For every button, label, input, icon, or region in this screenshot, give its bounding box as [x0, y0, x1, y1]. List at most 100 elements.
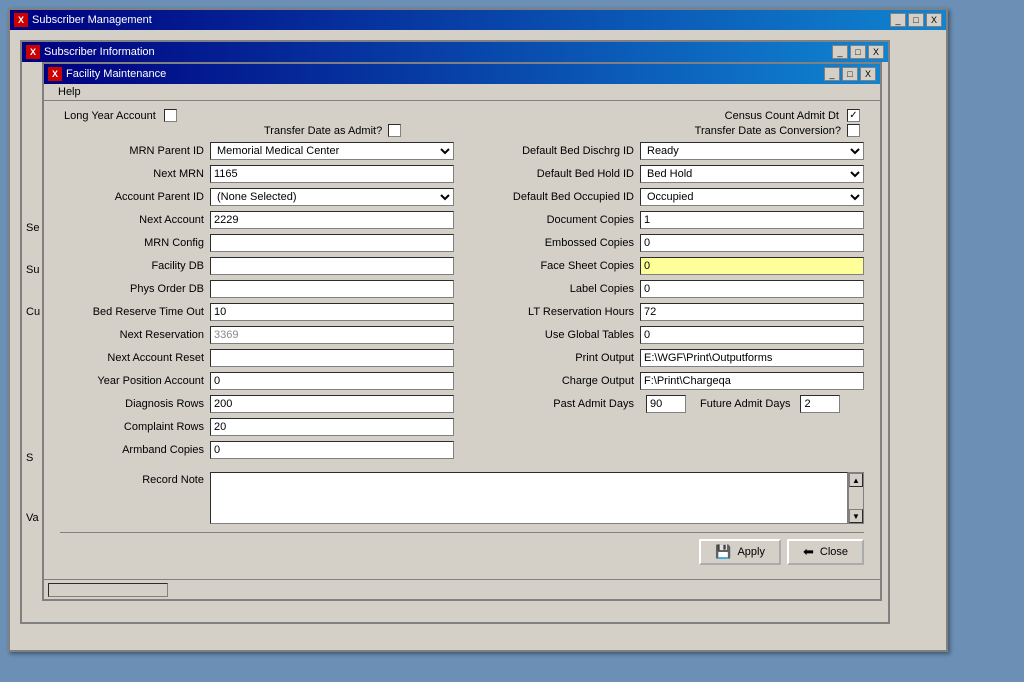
facility-close[interactable]: X [860, 67, 876, 81]
long-year-account-checkbox[interactable] [164, 109, 177, 122]
scroll-up-btn[interactable]: ▲ [849, 473, 863, 487]
charge-output-row: Charge Output [470, 371, 864, 391]
default-bed-hold-id-select[interactable]: Bed Hold [640, 165, 864, 183]
label-copies-input[interactable] [640, 280, 864, 298]
future-admit-days-input[interactable] [800, 395, 840, 413]
menu-help[interactable]: Help [52, 84, 87, 100]
default-bed-hold-id-label: Default Bed Hold ID [470, 168, 640, 180]
charge-output-input[interactable] [640, 372, 864, 390]
transfer-date-admit-label: Transfer Date as Admit? [264, 125, 382, 137]
facility-maximize[interactable]: □ [842, 67, 858, 81]
next-account-input[interactable] [210, 211, 454, 229]
close-label: Close [820, 546, 848, 558]
account-parent-id-select[interactable]: (None Selected) [210, 188, 454, 206]
apply-label: Apply [737, 546, 765, 558]
bed-reserve-time-out-input[interactable] [210, 303, 454, 321]
armband-copies-row: Armband Copies [60, 440, 454, 460]
use-global-tables-label: Use Global Tables [470, 329, 640, 341]
statusbar [44, 579, 880, 599]
year-position-account-input[interactable] [210, 372, 454, 390]
diagnosis-rows-label: Diagnosis Rows [60, 398, 210, 410]
scroll-down-btn[interactable]: ▼ [849, 509, 863, 523]
lt-reservation-hours-input[interactable] [640, 303, 864, 321]
record-note-input[interactable] [210, 472, 848, 524]
transfer-date-admit-checkbox[interactable] [388, 124, 401, 137]
facility-title: Facility Maintenance [66, 68, 166, 80]
mrn-parent-id-select[interactable]: Memorial Medical Center [210, 142, 454, 160]
transfer-options: Transfer Date as Admit? Transfer Date as… [60, 124, 864, 137]
subscriber-info-icon: X [26, 45, 40, 59]
facility-db-row: Facility DB [60, 256, 454, 276]
document-copies-row: Document Copies [470, 210, 864, 230]
transfer-date-conversion-label: Transfer Date as Conversion? [695, 125, 841, 137]
facility-db-label: Facility DB [60, 260, 210, 272]
subscriber-mgmt-window: X Subscriber Management _ □ X X Subscrib… [8, 8, 948, 652]
census-count-admit-dt-checkbox[interactable]: ✓ [847, 109, 860, 122]
next-account-reset-input[interactable] [210, 349, 454, 367]
apply-button[interactable]: 💾 Apply [699, 539, 781, 565]
embossed-copies-input[interactable] [640, 234, 864, 252]
subscriber-mgmt-maximize[interactable]: □ [908, 13, 924, 27]
subscriber-mgmt-title: Subscriber Management [32, 14, 152, 26]
default-bed-occupied-id-select[interactable]: Occupied [640, 188, 864, 206]
bottom-area: Record Note ▲ ▼ 💾 [44, 468, 880, 579]
use-global-tables-input[interactable] [640, 326, 864, 344]
complaint-rows-label: Complaint Rows [60, 421, 210, 433]
next-reservation-input[interactable] [210, 326, 454, 344]
mrn-parent-id-label: MRN Parent ID [60, 145, 210, 157]
sidebar-item-se: Se [26, 222, 40, 234]
next-account-reset-label: Next Account Reset [60, 352, 210, 364]
armband-copies-input[interactable] [210, 441, 454, 459]
facility-db-input[interactable] [210, 257, 454, 275]
transfer-date-conversion-checkbox[interactable] [847, 124, 860, 137]
bed-reserve-time-out-label: Bed Reserve Time Out [60, 306, 210, 318]
menubar: Help [44, 84, 880, 101]
subscriber-info-close[interactable]: X [868, 45, 884, 59]
record-note-scrollbar[interactable]: ▲ ▼ [848, 472, 864, 524]
subscriber-info-titlebar: X Subscriber Information _ □ X [22, 42, 888, 62]
diagnosis-rows-input[interactable] [210, 395, 454, 413]
close-icon: ⬅ [803, 544, 814, 560]
sidebar-item-cu: Cu [26, 306, 40, 318]
mrn-config-input[interactable] [210, 234, 454, 252]
record-note-label: Record Note [60, 472, 210, 486]
print-output-label: Print Output [470, 352, 640, 364]
account-parent-id-row: Account Parent ID (None Selected) [60, 187, 454, 207]
record-note-row: Record Note ▲ ▼ [60, 472, 864, 524]
close-button[interactable]: ⬅ Close [787, 539, 864, 565]
face-sheet-copies-label: Face Sheet Copies [470, 260, 640, 272]
next-reservation-row: Next Reservation [60, 325, 454, 345]
embossed-copies-label: Embossed Copies [470, 237, 640, 249]
year-position-account-row: Year Position Account [60, 371, 454, 391]
phys-order-db-input[interactable] [210, 280, 454, 298]
document-copies-input[interactable] [640, 211, 864, 229]
button-row: 💾 Apply ⬅ Close [60, 532, 864, 571]
apply-icon: 💾 [715, 544, 731, 560]
sidebar-item-s: S [26, 452, 33, 464]
face-sheet-copies-input[interactable] [640, 257, 864, 275]
subscriber-info-title: Subscriber Information [44, 46, 155, 58]
next-mrn-input[interactable]: 1165 [210, 165, 454, 183]
subscriber-info-minimize[interactable]: _ [832, 45, 848, 59]
admit-days-row: Past Admit Days Future Admit Days [470, 394, 864, 414]
print-output-row: Print Output [470, 348, 864, 368]
subscriber-mgmt-minimize[interactable]: _ [890, 13, 906, 27]
diagnosis-rows-row: Diagnosis Rows [60, 394, 454, 414]
default-bed-occupied-id-label: Default Bed Occupied ID [470, 191, 640, 203]
next-mrn-row: Next MRN 1165 [60, 164, 454, 184]
future-admit-days-label: Future Admit Days [700, 398, 790, 410]
facility-minimize[interactable]: _ [824, 67, 840, 81]
facility-icon: X [48, 67, 62, 81]
phys-order-db-row: Phys Order DB [60, 279, 454, 299]
sidebar-item-va: Va [26, 512, 39, 524]
past-admit-days-input[interactable] [646, 395, 686, 413]
default-bed-dischrg-id-select[interactable]: Ready [640, 142, 864, 160]
mrn-parent-id-row: MRN Parent ID Memorial Medical Center [60, 141, 454, 161]
complaint-rows-input[interactable] [210, 418, 454, 436]
next-mrn-label: Next MRN [60, 168, 210, 180]
default-bed-occupied-id-row: Default Bed Occupied ID Occupied [470, 187, 864, 207]
complaint-rows-row: Complaint Rows [60, 417, 454, 437]
subscriber-info-maximize[interactable]: □ [850, 45, 866, 59]
print-output-input[interactable] [640, 349, 864, 367]
subscriber-mgmt-close[interactable]: X [926, 13, 942, 27]
